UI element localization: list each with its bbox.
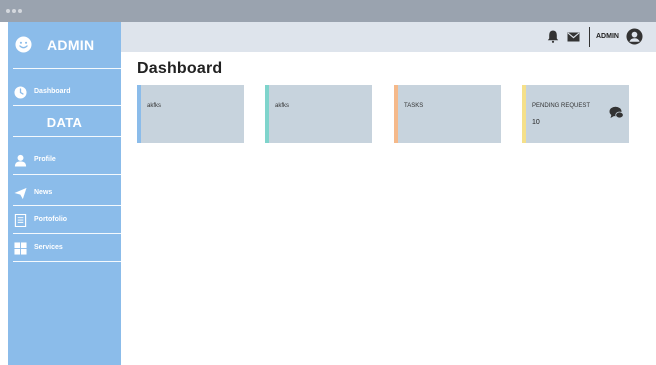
- send-icon: [14, 187, 27, 200]
- sidebar: ADMIN Dashboard DATA Profile News Portof…: [8, 22, 121, 365]
- stat-card[interactable]: PENDING REQUEST 10: [522, 85, 629, 143]
- section-title: DATA: [46, 115, 83, 130]
- stat-card[interactable]: akfks: [265, 85, 372, 143]
- minimize-window-dot[interactable]: [12, 9, 16, 13]
- card-label: akfks: [275, 103, 290, 109]
- sidebar-brand[interactable]: ADMIN: [8, 30, 121, 58]
- card-accent: [137, 85, 141, 143]
- divider: [13, 233, 121, 234]
- sidebar-item-label: News: [34, 189, 53, 196]
- window-titlebar: [0, 0, 656, 22]
- document-icon: [14, 214, 27, 227]
- maximize-window-dot[interactable]: [18, 9, 22, 13]
- user-icon: [14, 154, 27, 167]
- divider: [13, 136, 121, 137]
- divider: [13, 261, 121, 262]
- divider: [13, 105, 121, 106]
- stat-card[interactable]: TASKS: [394, 85, 501, 143]
- dashboard-icon: [14, 86, 27, 99]
- card-label: PENDING REQUEST: [532, 103, 591, 109]
- grid-icon: [14, 242, 27, 255]
- sidebar-item-label: Portofolio: [34, 216, 68, 223]
- card-accent: [265, 85, 269, 143]
- top-header: ADMIN: [121, 22, 656, 52]
- header-divider: [589, 27, 590, 47]
- sidebar-item-news[interactable]: News: [8, 185, 121, 203]
- divider: [13, 174, 121, 175]
- card-label: TASKS: [404, 103, 424, 109]
- sidebar-item-label: Profile: [34, 156, 56, 163]
- chat-icon: [609, 106, 624, 119]
- divider: [13, 205, 121, 206]
- sidebar-item-services[interactable]: Services: [8, 240, 121, 258]
- mail-icon[interactable]: [567, 32, 580, 42]
- page-title: Dashboard: [137, 60, 223, 77]
- card-label: akfks: [147, 103, 162, 109]
- divider: [13, 68, 121, 69]
- sidebar-item-label: Dashboard: [34, 88, 71, 95]
- sidebar-item-label: Services: [34, 244, 63, 251]
- window-controls: [6, 9, 22, 13]
- sidebar-item-dashboard[interactable]: Dashboard: [8, 84, 121, 102]
- brand-title: ADMIN: [47, 37, 95, 53]
- stat-card[interactable]: akfks: [137, 85, 244, 143]
- card-value: 10: [532, 119, 540, 126]
- smiley-icon: [15, 36, 32, 53]
- user-avatar-icon[interactable]: [626, 28, 643, 45]
- card-accent: [394, 85, 398, 143]
- sidebar-item-portofolio[interactable]: Portofolio: [8, 212, 121, 230]
- bell-icon[interactable]: [547, 30, 559, 43]
- sidebar-item-profile[interactable]: Profile: [8, 152, 121, 170]
- user-name[interactable]: ADMIN: [596, 33, 619, 40]
- close-window-dot[interactable]: [6, 9, 10, 13]
- card-accent: [522, 85, 526, 143]
